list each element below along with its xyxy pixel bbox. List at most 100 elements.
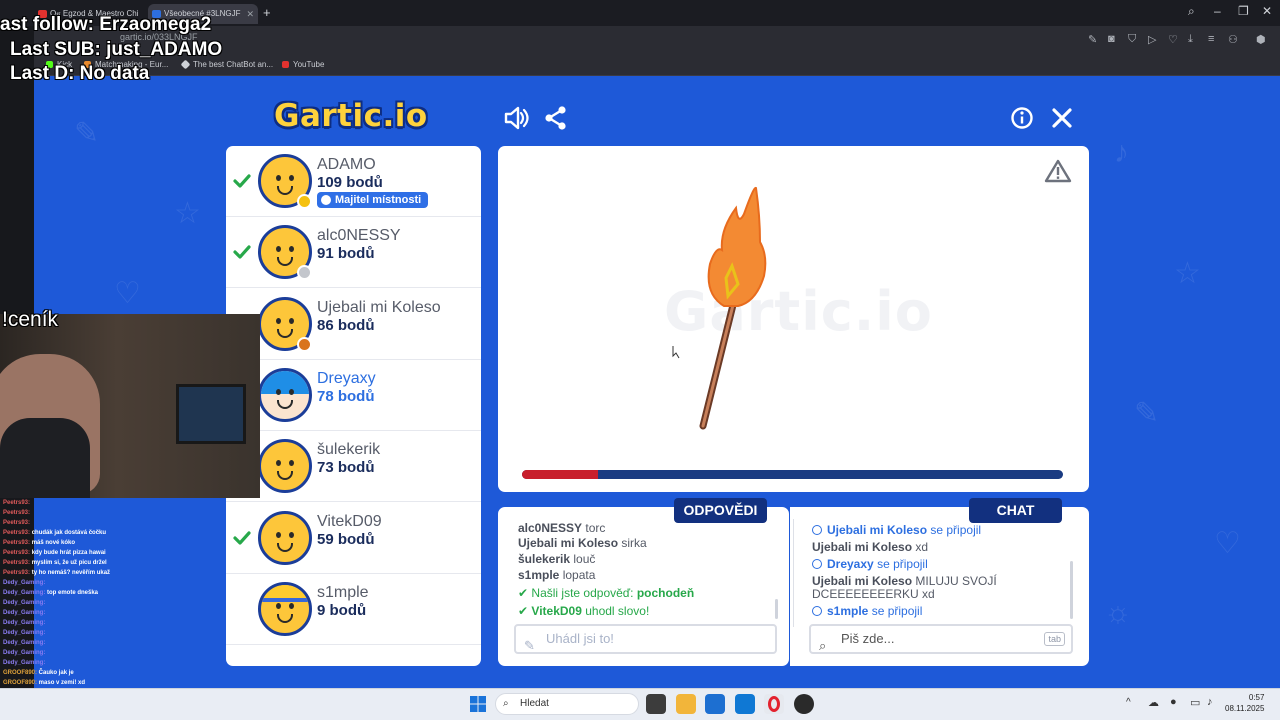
player-row[interactable]: šulekerik 73 bodů [226,431,481,503]
task-view-icon[interactable] [646,694,666,714]
stream-chat-line: GROOF890: Čauko jak je [3,670,74,676]
player-name: Dreyaxy [317,369,376,387]
start-button[interactable] [468,694,488,714]
stream-chat-line: Dedy_Gaming: [3,620,46,626]
player-row[interactable]: ADAMO 109 bodů Majitel místnosti [226,146,481,217]
chat-join-message: Ujebali mi Koleso se připojil [812,523,981,537]
share-icon[interactable] [542,104,570,132]
bookmark-chatbot[interactable]: The best ChatBot an... [180,59,273,70]
player-row[interactable]: alc0NESSY 91 bodů [226,217,481,289]
star-doodle-icon: ☆ [1174,257,1201,290]
answer-input[interactable]: ✎ Uhádl jsi to! [514,624,777,654]
play-icon[interactable]: ▷ [1148,33,1156,46]
chat-panel: Ujebali mi Koleso se připojil Ujebali mi… [790,507,1089,666]
stream-chat-overlay: Peetrs93: Peetrs93: Peetrs93: Peetrs93: … [0,498,190,688]
taskbar-search[interactable]: ⌕ Hledat [495,693,639,715]
bookmark-youtube[interactable]: YouTube [282,60,324,69]
info-icon[interactable] [1008,104,1036,132]
opera-icon[interactable] [764,694,784,714]
report-warning-icon[interactable] [1044,158,1072,184]
player-name: VitekD09 [317,512,382,530]
close-window-button[interactable]: ✕ [1262,4,1272,18]
heart-icon[interactable]: ♡ [1168,33,1178,46]
rank-medal-icon [297,194,312,209]
maximize-button[interactable]: ❐ [1238,4,1249,18]
shield-icon[interactable]: ⛉ [1128,33,1136,46]
answers-title: ODPOVĚDI [674,498,767,523]
player-row[interactable]: VitekD09 59 bodů [226,503,481,574]
stream-chat-line: Peetrs93: chudák jak dostává čočku [3,530,107,536]
download-icon[interactable]: ⤓ [1188,33,1193,46]
stream-chat-line: Peetrs93: [3,500,31,506]
player-name: šulekerik [317,441,381,459]
last-sub-overlay: Last SUB: just_ADAMO [10,39,223,60]
close-tab-icon[interactable]: ✕ [246,4,254,24]
chat-message-continued: DCEEEEEEEERKU xd [812,587,935,601]
player-name: s1mple [317,583,369,601]
store-icon[interactable] [705,694,725,714]
player-row[interactable]: s1mple 9 bodů [226,574,481,645]
round-timer-bar [522,470,1063,479]
player-points: 9 bodů [317,601,367,619]
info-icon [812,559,822,569]
owner-icon [321,195,331,205]
drawing-canvas[interactable]: Gartic.io [498,146,1089,492]
speaker-icon[interactable]: ♪ [1207,696,1213,708]
check-icon: ✔ [518,604,529,618]
network-icon[interactable]: ▭ [1190,696,1200,709]
check-icon [233,245,251,259]
player-points: 73 bodů [317,459,375,477]
menu-icon[interactable]: ≡ [1208,33,1214,45]
heart-doodle-icon: ♡ [114,277,141,310]
profile-icon[interactable]: ⚇ [1228,33,1238,46]
stream-chat-line: Dedy_Gaming: [3,610,46,616]
cloud-icon[interactable]: ☁ [1148,696,1159,709]
stream-chat-line: Peetrs93: [3,520,31,526]
sun-doodle-icon: ☼ [1104,596,1132,629]
search-tabs-icon[interactable]: ⌕ [1188,4,1195,19]
system-clock[interactable]: 0:57 08.11.2025 [1225,692,1264,714]
chat-scrollbar[interactable] [1070,561,1073,619]
show-hidden-icons[interactable]: ^ [1126,697,1131,708]
tab-key-hint: tab [1044,632,1065,646]
stream-chat-line: Peetrs93: máš nové kóko [3,540,76,546]
player-points: 59 bodů [317,530,375,548]
stream-chat-line: Dedy_Gaming: [3,580,46,586]
stream-chat-line: Peetrs93: [3,510,31,516]
minimize-button[interactable]: – [1214,4,1221,18]
camera-icon[interactable]: ◙ [1108,33,1115,45]
chat-join-message: Dreyaxy se připojil [812,557,928,571]
outlook-icon[interactable] [735,694,755,714]
stream-chat-line: Dedy_Gaming: [3,640,46,646]
edit-icon[interactable]: ✎ [1088,33,1097,46]
volume-icon[interactable] [502,104,530,132]
answers-scrollbar[interactable] [775,599,778,619]
extensions-icon[interactable]: ⬢ [1256,33,1266,46]
stream-chat-line: Peetrs93: ty ho nemáš? nevěřím ukaž [3,570,111,576]
player-row[interactable]: Dreyaxy 78 bodů [226,360,481,431]
close-icon[interactable] [1048,104,1076,132]
player-row[interactable]: Ujebali mi Koleso 86 bodů [226,289,481,360]
stream-chat-line: Dedy_Gaming: [3,650,46,656]
chat-join-message: s1mple se připojil [812,604,922,618]
last-follow-overlay: ast follow: Erzaomega2 [0,14,212,35]
chat-message: Ujebali mi Koleso xd [812,540,929,554]
file-explorer-icon[interactable] [676,694,696,714]
rank-medal-icon [297,265,312,281]
chat-input[interactable]: ⌕ Piš zde... tab [809,624,1073,654]
player-avatar [258,367,312,422]
gartic-logo: Gartic.io [274,98,428,134]
player-avatar [258,439,312,494]
player-avatar [258,510,312,565]
microphone-icon[interactable]: ● [1170,696,1177,708]
search-icon: ⌕ [503,698,509,709]
pencil-doodle-icon: ✎ [1134,397,1160,430]
new-tab-button[interactable]: + [263,5,271,20]
diamond-icon [180,59,191,70]
monitor-in-webcam [176,384,246,444]
room-owner-badge: Majitel místnosti [317,192,429,208]
obs-icon[interactable] [794,694,814,714]
chat-message: Ujebali mi Koleso MILUJU SVOJÍ [812,574,997,588]
player-points: 109 bodů [317,174,383,191]
check-icon [233,174,251,188]
